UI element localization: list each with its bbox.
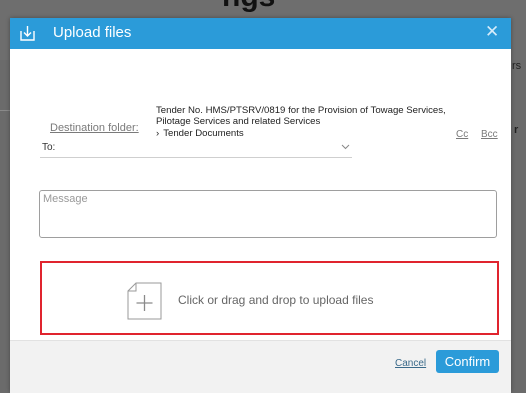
dialog-footer: Cancel Confirm — [10, 340, 511, 393]
chevron-down-icon[interactable] — [341, 142, 350, 153]
to-label: To: — [42, 142, 56, 153]
dropzone-label: Click or drag and drop to upload files — [178, 293, 374, 307]
background-side-text-2: r — [514, 124, 519, 136]
to-recipient-field[interactable]: To: — [40, 140, 352, 158]
destination-path: Tender No. HMS/PTSRV/0819 for the Provis… — [156, 105, 446, 127]
bcc-link[interactable]: Bcc — [481, 129, 498, 140]
cc-link[interactable]: Cc — [456, 129, 468, 140]
breadcrumb-separator-icon: › — [156, 128, 160, 139]
background-heading: ngs — [222, 0, 275, 14]
message-placeholder: Message — [43, 193, 88, 205]
close-icon[interactable]: ✕ — [485, 22, 499, 42]
upload-files-dialog: Upload files ✕ Destination folder: Tende… — [10, 18, 511, 393]
message-textarea[interactable]: Message — [39, 190, 497, 238]
destination-folder-label[interactable]: Destination folder: — [50, 122, 139, 134]
upload-icon — [20, 25, 35, 41]
upload-dropzone[interactable]: Click or drag and drop to upload files — [40, 261, 499, 335]
dialog-body: Destination folder: Tender No. HMS/PTSRV… — [10, 49, 511, 340]
cancel-button[interactable]: Cancel — [395, 358, 426, 369]
confirm-button[interactable]: Confirm — [436, 350, 499, 373]
background-divider — [0, 110, 10, 111]
background-side-text: rs — [512, 60, 522, 72]
dialog-title: Upload files — [53, 24, 132, 41]
dialog-header: Upload files ✕ — [10, 18, 511, 49]
subfolder-name: Tender Documents — [163, 128, 244, 139]
file-add-icon — [127, 282, 162, 320]
destination-subfolder: › Tender Documents — [156, 128, 244, 139]
